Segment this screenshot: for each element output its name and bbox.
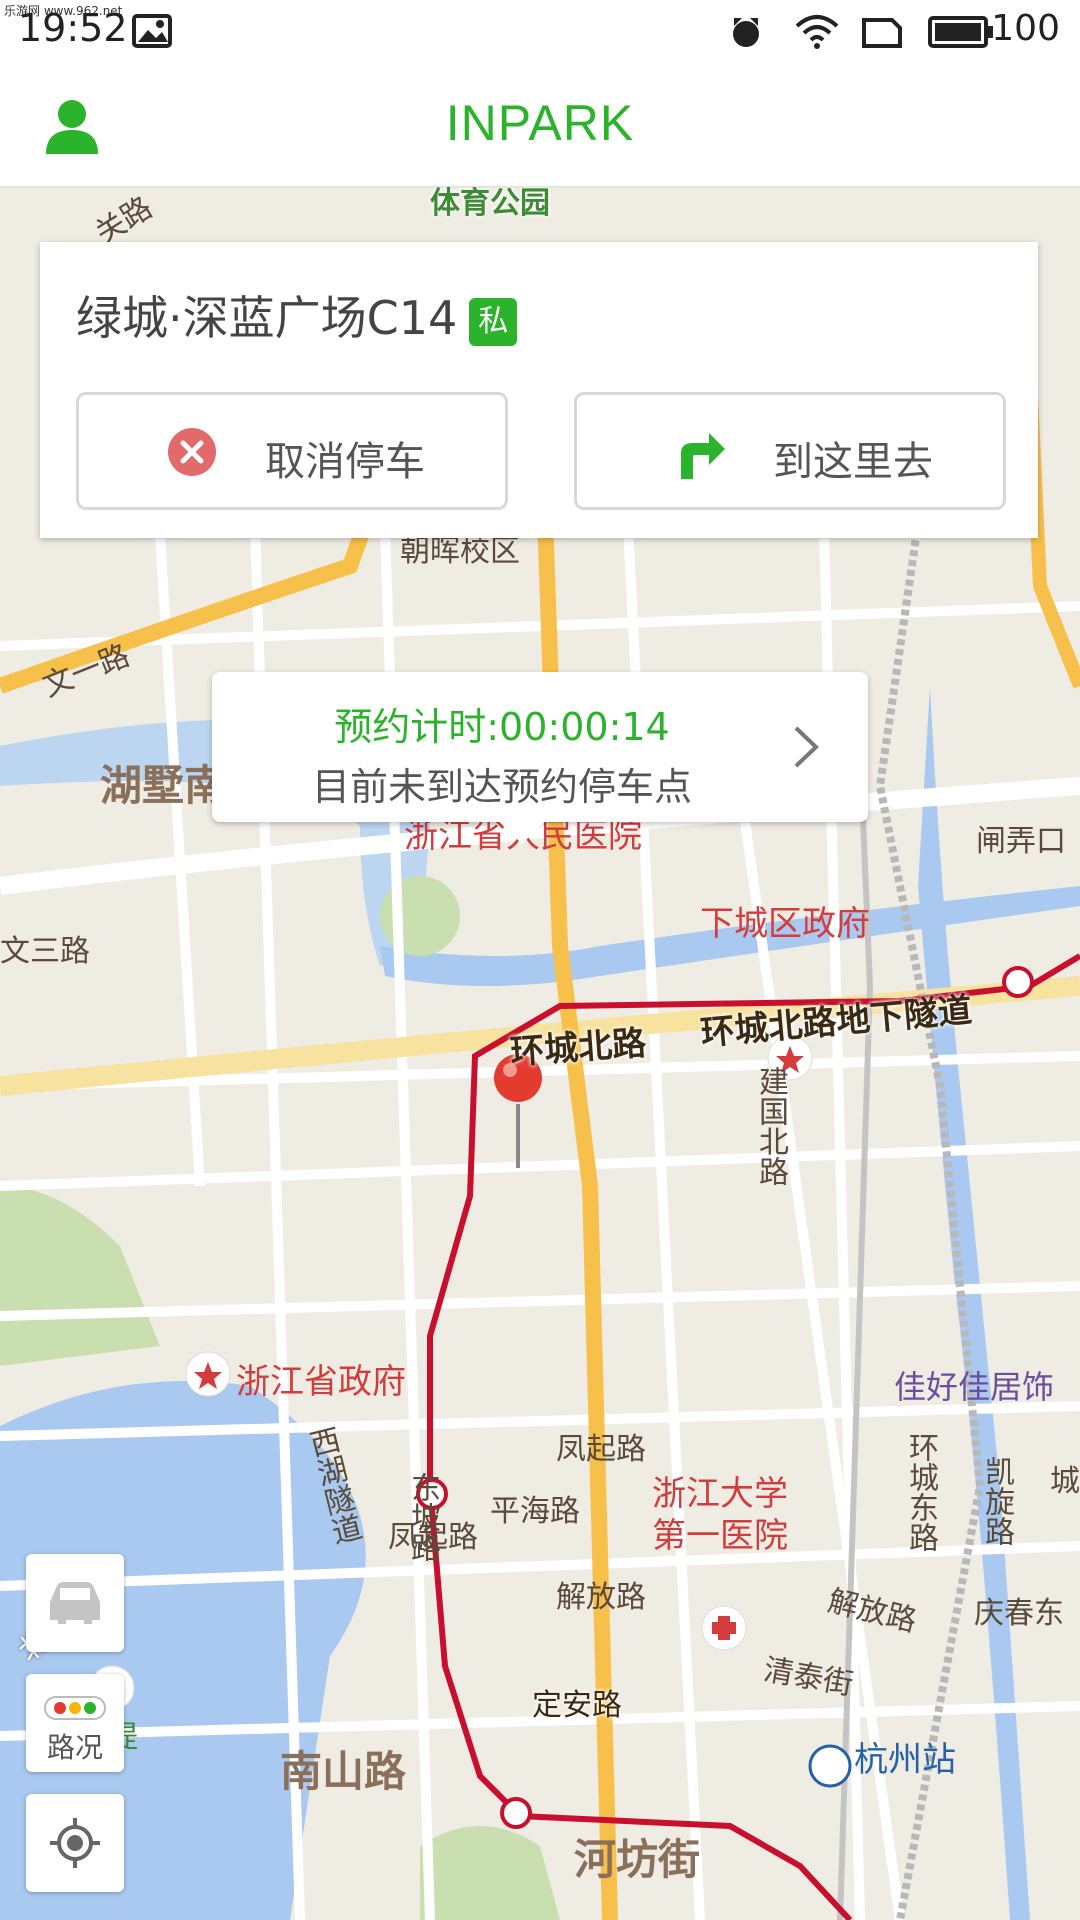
map-label-pinghai: 平海路: [490, 1494, 580, 1529]
battery-icon: [928, 16, 993, 48]
map-label-hushu: 湖墅南: [100, 761, 227, 810]
cancel-parking-label: 取消停车: [265, 439, 425, 485]
map-label-huancheng-north: 环城北路: [509, 1023, 648, 1073]
map-label-nanshan: 南山路: [280, 1747, 407, 1796]
private-badge: 私: [469, 297, 518, 346]
map-label-jiefang: 解放路: [556, 1580, 646, 1615]
alarm-icon: [733, 18, 759, 47]
map-label-zju-hospital-2: 第一医院: [652, 1516, 788, 1556]
reservation-timer-popup[interactable]: 预约计时:00:00:14 目前未到达预约停车点: [212, 672, 868, 844]
traffic-label: 路况: [46, 1731, 103, 1764]
map-label-hangzhou-station: 杭州站: [854, 1740, 956, 1780]
locate-button[interactable]: [26, 1794, 124, 1892]
place-name-text: 绿城·深蓝广场C14: [76, 291, 458, 345]
map-label-zhabeikou: 闸弄口: [976, 824, 1066, 859]
car-button[interactable]: [26, 1554, 124, 1652]
parking-info-card: 绿城·深蓝广场C14 私 取消停车 到这里去: [40, 242, 1038, 538]
status-bar: 乐游网 www.962.net 19:52 100: [0, 0, 1080, 66]
locate-icon: [50, 1818, 100, 1868]
map-label-dongpo: 东坡路: [405, 1472, 440, 1562]
wifi-icon: [795, 15, 839, 49]
map-label-tiyu-park: 体育公园: [430, 186, 550, 221]
map-label-jiahao: 佳好佳居饰: [894, 1368, 1055, 1406]
reservation-status: 目前未到达预约停车点: [311, 765, 692, 809]
reservation-timer: 预约计时:00:00:14: [334, 705, 670, 749]
place-name: 绿城·深蓝广场C14 私: [76, 282, 518, 348]
navigate-here-label: 到这里去: [773, 439, 933, 485]
map-label-kaixuan: 凯旋路: [979, 1456, 1014, 1546]
app-title: INPARK: [445, 95, 635, 151]
cancel-icon: [168, 428, 216, 476]
sim-icon: [862, 18, 902, 48]
image-notification-icon: [132, 14, 172, 48]
chevron-right-icon: [794, 726, 819, 768]
map-label-wensan: 文三路: [0, 934, 90, 969]
car-icon: [50, 1582, 100, 1624]
traffic-button[interactable]: 路况: [26, 1674, 124, 1772]
traffic-light-icon: [44, 1696, 106, 1720]
map-label-jianguo-north: 建国北路: [753, 1066, 788, 1186]
battery-percent: 100: [991, 8, 1060, 49]
map-label-qingchun-east: 庆春东: [974, 1596, 1064, 1631]
map-label-zhejiang-gov: 浙江省政府: [236, 1362, 406, 1402]
status-time: 19:52: [18, 6, 128, 50]
map-label-hefang: 河坊街: [574, 1835, 701, 1884]
map-label-cheng: 城: [1050, 1464, 1080, 1499]
cancel-parking-button[interactable]: 取消停车: [76, 392, 508, 510]
map-label-huancheng-east: 环城东路: [903, 1432, 938, 1552]
turn-right-icon: [681, 433, 725, 479]
map-label-xiacheng-gov: 下城区政府: [700, 904, 870, 944]
map-label-dingan: 定安路: [532, 1688, 622, 1723]
map-label-fengqi-road: 凤起路: [556, 1432, 646, 1467]
popup-pointer: [500, 822, 544, 844]
navigate-here-button[interactable]: 到这里去: [574, 392, 1006, 510]
app-bar: INPARK: [0, 66, 1080, 186]
